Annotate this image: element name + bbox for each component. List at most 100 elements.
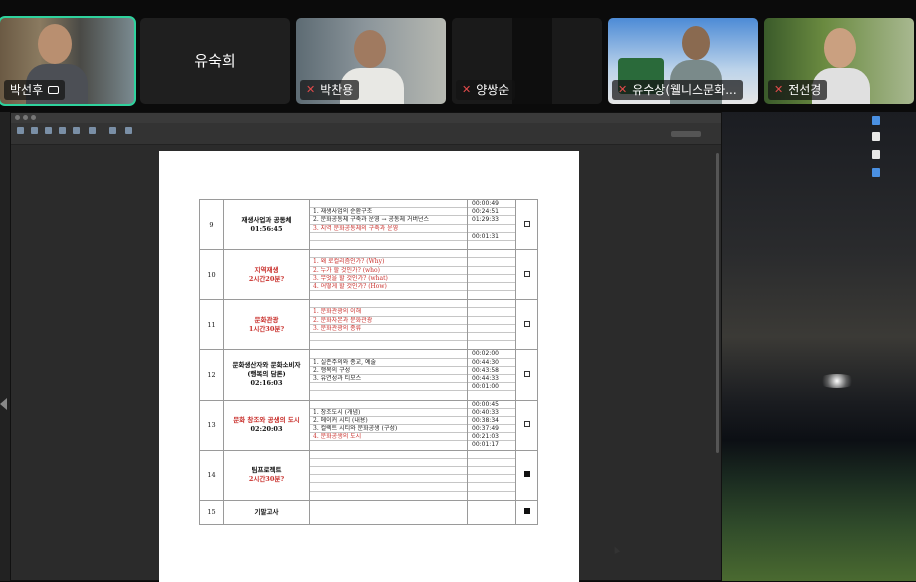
camera-icon [48,86,60,94]
session-duration: 2시간20분? [248,274,285,283]
time-cell [468,325,515,333]
completion-checkbox[interactable] [515,299,538,351]
session-item [310,475,467,484]
session-title-text: 기말고사 [254,507,279,516]
completion-checkbox[interactable] [515,399,538,451]
table-row: 12 문화생산자와 문화소비자 (행복의 담론) 02:16:03 1. 실존주의와 종… [199,349,538,401]
file-icon[interactable] [872,132,880,141]
session-item [310,401,467,409]
toolbar-button[interactable] [17,127,24,134]
time-cell: 00:01:00 [468,383,515,392]
session-times: 00:00:45 00:40:33 00:38:34 00:37:49 00:21:03… [467,399,516,451]
session-items [309,449,468,501]
toolbar-button[interactable] [73,127,80,134]
session-title-text: 팀프로젝트 [251,466,282,475]
time-cell: 00:40:33 [468,409,515,417]
session-duration: 02:16:03 [250,379,283,388]
session-items: 1. 창조도시 (개념) 2. 메이커 시티 (내용) 3. 컬렉트 시티와 문화공… [309,399,468,451]
session-title: 문화 창조와 공생의 도시 02:20:03 [223,399,310,451]
chevron-left-icon[interactable] [0,398,7,410]
completion-checkbox[interactable] [515,499,538,525]
toolbar-button[interactable] [59,127,66,134]
session-item: 3. 문화관광의 종류 [310,325,467,333]
table-row: 10 지역재생 2시간20분? 1. 왜 로컬리즘인가? (Why) 2. 누가 할 것… [199,249,538,301]
participant-tile-1[interactable]: 박선후 [0,16,136,106]
toolbar-button[interactable] [89,127,96,134]
toolbar-button[interactable] [45,127,52,134]
table-row: 14 팀프로젝트 2시간30분? [199,449,538,501]
session-item: 1. 창조도시 (개념) [310,409,467,417]
vertical-scrollbar[interactable] [716,153,719,453]
toolbar-button[interactable] [109,127,116,134]
mic-off-icon: ✕ [306,83,316,96]
session-items [309,499,468,525]
session-item: 1. 문화관광의 이해 [310,308,467,317]
session-item [310,451,467,459]
session-duration: 02:20:03 [250,425,283,434]
time-cell [468,267,515,275]
session-duration: 1시간30분? [248,324,285,333]
participant-tile-5[interactable]: ✕ 유수상(웰니스문화... [608,18,758,104]
session-times: 00:00:49 00:24:51 01:29:33 00:01:31 [467,198,516,251]
time-cell: 00:01:17 [472,441,499,449]
session-title: 지역재생 2시간20분? [223,249,310,301]
completion-checkbox[interactable] [515,449,538,501]
file-icon[interactable] [872,116,880,125]
unchecked-box-icon [523,370,530,377]
time-cell [468,333,515,342]
participant-tile-3[interactable]: ✕ 박찬용 [296,18,446,104]
completion-checkbox[interactable] [515,249,538,301]
time-cell [468,258,515,267]
session-times [467,449,516,501]
row-number: 13 [199,399,224,451]
session-item: 1. 왜 로컬리즘인가? (Why) [310,258,467,267]
table-row: 13 문화 창조와 공생의 도시 02:20:03 1. 창조도시 (개념) 2. 메이… [199,399,538,451]
participant-tile-6[interactable]: ✕ 전선경 [764,18,914,104]
completion-checkbox[interactable] [515,349,538,401]
time-cell: 00:44:33 [468,375,515,384]
session-item: 1. 재생사업의 순환구조 [310,208,467,217]
time-cell [468,308,515,317]
window-titlebar [11,113,721,123]
session-title-text: 문화관광 [254,315,279,324]
checked-box-icon [523,471,530,478]
file-icon[interactable] [872,150,880,159]
time-cell: 00:37:49 [468,425,515,434]
session-item [310,441,467,449]
participant-name-tag: 박선후 [4,80,66,100]
session-item [310,391,467,399]
horizon-light [817,374,857,388]
session-title-text: 재생사업과 공동체 [241,215,292,224]
participant-tile-4[interactable]: ✕ 양쌍순 [452,18,602,104]
time-cell [468,275,515,283]
session-item: 3. 지역 문화공동체의 구축과 운영 [310,225,467,233]
toolbar-button[interactable] [31,127,38,134]
time-cell [468,391,515,399]
folder-icon[interactable] [872,168,880,177]
time-cell: 00:43:58 [468,367,515,375]
time-cell [468,300,515,309]
time-cell [468,291,515,299]
session-item: 4. 문화공생의 도시 [310,433,467,442]
window-controls[interactable] [15,115,36,120]
participant-tile-2[interactable]: 유숙희 [140,18,290,104]
session-item [310,341,467,349]
session-title-mid: (행복의 담론) [247,370,286,379]
session-item [310,300,467,309]
unchecked-box-icon [523,220,530,227]
participant-name-center: 유숙희 [194,52,236,70]
time-cell: 00:21:03 [468,433,515,442]
session-item: 4. 어떻게 할 것인가? (How) [310,283,467,292]
session-item [310,233,467,241]
time-cell: 00:00:49 [468,200,515,209]
row-number: 11 [199,299,224,351]
session-items: 1. 문화관광의 이해 2. 문화자본과 문화관광 3. 문화관광의 종류 [309,299,468,351]
completion-checkbox[interactable] [515,198,538,251]
desktop-background [722,112,916,581]
session-times [467,249,516,301]
session-title: 기말고사 [223,499,310,525]
session-item [310,483,467,492]
search-input[interactable] [671,131,701,137]
session-item: 3. 컬렉트 시티와 문화공생 (구성) [310,425,467,434]
toolbar-button[interactable] [125,127,132,134]
